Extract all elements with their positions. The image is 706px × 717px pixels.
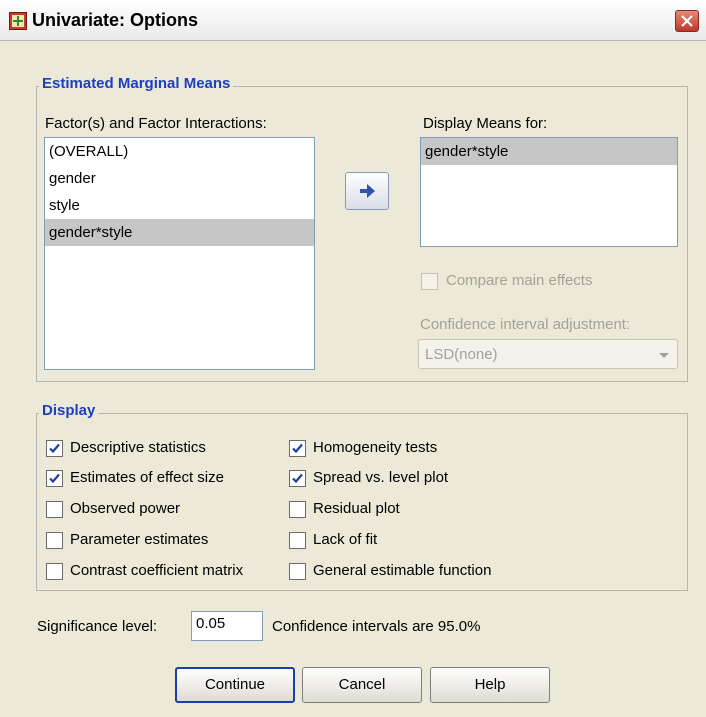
- display-means-label: Display Means for:: [423, 115, 548, 132]
- lack-of-fit-checkbox[interactable]: [289, 532, 306, 549]
- title-bar[interactable]: Univariate: Options: [0, 0, 706, 41]
- factor-list-item[interactable]: (OVERALL): [45, 138, 314, 165]
- dialog-title: Univariate: Options: [32, 10, 199, 30]
- ci-adjustment-select[interactable]: LSD(none): [418, 339, 678, 369]
- checkmark-icon: [49, 443, 60, 454]
- spss-app-icon: [9, 12, 27, 30]
- factor-list-item[interactable]: style: [45, 192, 314, 219]
- estimates-of-effect-size-checkbox[interactable]: [46, 470, 63, 487]
- homogeneity-tests-checkbox[interactable]: [289, 440, 306, 457]
- spread-vs-level-plot-label: Spread vs. level plot: [313, 469, 449, 486]
- display-legend: Display: [39, 402, 99, 419]
- close-button[interactable]: [675, 10, 699, 32]
- chevron-down-icon: [659, 353, 669, 358]
- parameter-estimates-checkbox[interactable]: [46, 532, 63, 549]
- residual-plot-checkbox[interactable]: [289, 501, 306, 518]
- factor-list-item[interactable]: gender*style: [45, 219, 314, 246]
- descriptive-statistics-checkbox[interactable]: [46, 440, 63, 457]
- factor-list-item[interactable]: gender: [45, 165, 314, 192]
- spread-vs-level-plot-checkbox[interactable]: [289, 470, 306, 487]
- lack-of-fit-label: Lack of fit: [313, 531, 378, 548]
- estimates-of-effect-size-label: Estimates of effect size: [70, 469, 224, 486]
- contrast-coefficient-matrix-label: Contrast coefficient matrix: [70, 562, 244, 579]
- factors-label: Factor(s) and Factor Interactions:: [45, 115, 267, 132]
- estimated-marginal-means-legend: Estimated Marginal Means: [39, 75, 234, 92]
- general-estimable-function-checkbox[interactable]: [289, 563, 306, 580]
- descriptive-statistics-label: Descriptive statistics: [70, 439, 206, 456]
- checkmark-icon: [292, 473, 303, 484]
- continue-button[interactable]: Continue: [175, 667, 295, 703]
- checkmark-icon: [49, 473, 60, 484]
- factors-list[interactable]: (OVERALL) gender style gender*style: [44, 137, 315, 370]
- move-to-display-button[interactable]: [345, 172, 389, 210]
- arrow-right-icon: [360, 184, 375, 198]
- ci-adjustment-label: Confidence interval adjustment:: [420, 316, 631, 333]
- help-button[interactable]: Help: [430, 667, 550, 703]
- checkmark-icon: [292, 443, 303, 454]
- homogeneity-tests-label: Homogeneity tests: [313, 439, 438, 456]
- significance-label: Significance level:: [37, 618, 158, 635]
- contrast-coefficient-matrix-checkbox[interactable]: [46, 563, 63, 580]
- cancel-button[interactable]: Cancel: [302, 667, 422, 703]
- significance-level-input[interactable]: 0.05: [191, 611, 263, 641]
- display-means-list-item[interactable]: gender*style: [421, 138, 677, 165]
- compare-main-effects-checkbox[interactable]: [421, 273, 438, 290]
- options-dialog: Univariate: Options Estimated Marginal M…: [0, 0, 706, 717]
- confidence-intervals-text: Confidence intervals are 95.0%: [272, 618, 481, 635]
- parameter-estimates-label: Parameter estimates: [70, 531, 209, 548]
- residual-plot-label: Residual plot: [313, 500, 400, 517]
- ci-adjustment-value: LSD(none): [425, 346, 498, 363]
- close-icon: [681, 15, 693, 27]
- observed-power-label: Observed power: [70, 500, 181, 517]
- compare-main-effects-label: Compare main effects: [446, 272, 593, 289]
- general-estimable-function-label: General estimable function: [313, 562, 492, 579]
- observed-power-checkbox[interactable]: [46, 501, 63, 518]
- display-means-list[interactable]: gender*style: [420, 137, 678, 247]
